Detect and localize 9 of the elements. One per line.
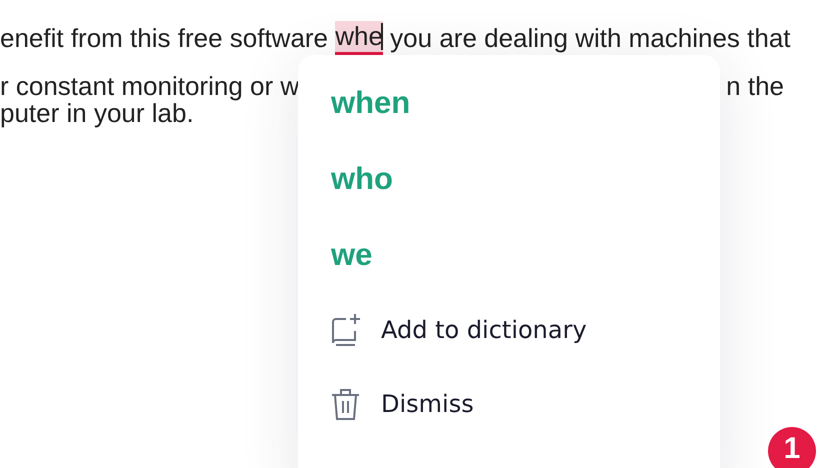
paragraph-text: enefit from this free software (0, 22, 330, 54)
book-plus-icon (330, 313, 361, 347)
trash-icon (330, 387, 361, 421)
paragraph-text: you are dealing with machines that (389, 22, 791, 54)
paragraph-text: n the (726, 70, 784, 102)
notification-badge: 1 (768, 427, 816, 468)
misspelled-word[interactable]: whe (335, 21, 383, 55)
add-to-dictionary-button[interactable]: Add to dictionary (330, 293, 587, 367)
dismiss-button[interactable]: Dismiss (330, 367, 474, 441)
